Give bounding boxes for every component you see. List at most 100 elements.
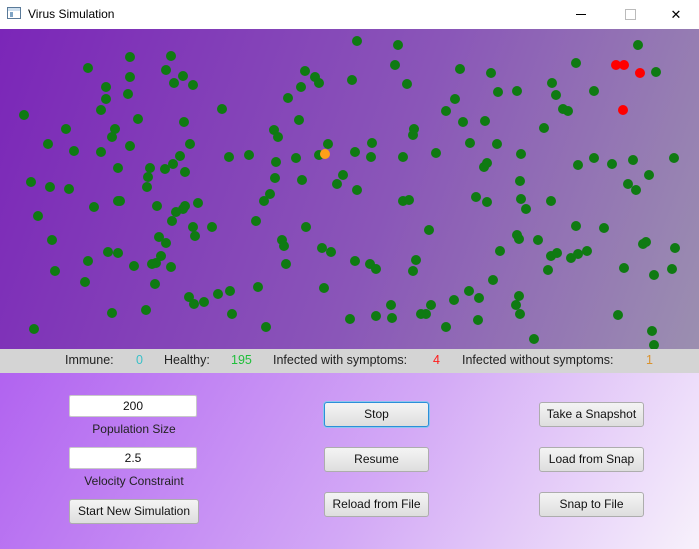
minimize-button[interactable]	[558, 0, 604, 29]
healthy-particle	[129, 261, 139, 271]
velocity-constraint-input[interactable]: 2.5	[69, 447, 197, 469]
healthy-particle	[101, 82, 111, 92]
title-bar: Virus Simulation ✕	[0, 0, 699, 29]
healthy-particle	[482, 197, 492, 207]
healthy-particle	[516, 149, 526, 159]
healthy-particle	[190, 231, 200, 241]
stop-button[interactable]: Stop	[324, 402, 429, 427]
healthy-particle	[366, 152, 376, 162]
symptomatic-particle	[635, 68, 645, 78]
healthy-particle	[350, 256, 360, 266]
healthy-particle	[291, 153, 301, 163]
load-from-snap-button[interactable]: Load from Snap	[539, 447, 644, 472]
healthy-particle	[649, 270, 659, 280]
healthy-particle	[101, 94, 111, 104]
healthy-particle	[89, 202, 99, 212]
healthy-particle	[547, 78, 557, 88]
healthy-particle	[166, 51, 176, 61]
population-size-label: Population Size	[92, 422, 176, 436]
healthy-particle	[649, 340, 659, 349]
healthy-particle	[332, 179, 342, 189]
healthy-particle	[633, 40, 643, 50]
velocity-constraint-label: Velocity Constraint	[84, 474, 184, 488]
healthy-particle	[371, 311, 381, 321]
healthy-particle	[69, 146, 79, 156]
healthy-particle	[123, 89, 133, 99]
healthy-particle	[641, 237, 651, 247]
healthy-particle	[29, 324, 39, 334]
healthy-particle	[647, 326, 657, 336]
healthy-particle	[573, 249, 583, 259]
healthy-particle	[607, 159, 617, 169]
asymptomatic-label: Infected without symptoms:	[462, 353, 614, 367]
healthy-particle	[326, 247, 336, 257]
healthy-particle	[19, 110, 29, 120]
healthy-particle	[166, 262, 176, 272]
healthy-particle	[511, 300, 521, 310]
healthy-particle	[514, 234, 524, 244]
healthy-particle	[651, 67, 661, 77]
healthy-particle	[297, 175, 307, 185]
healthy-particle	[189, 299, 199, 309]
reload-from-file-button[interactable]: Reload from File	[324, 492, 429, 517]
symptomatic-particle	[618, 105, 628, 115]
healthy-particle	[345, 314, 355, 324]
healthy-particle	[441, 322, 451, 332]
snap-to-file-button[interactable]: Snap to File	[539, 492, 644, 517]
population-size-input[interactable]: 200	[69, 395, 197, 417]
immune-count: 0	[136, 353, 143, 367]
healthy-particle	[96, 105, 106, 115]
healthy-particle	[224, 152, 234, 162]
healthy-particle	[486, 68, 496, 78]
healthy-particle	[169, 78, 179, 88]
healthy-particle	[495, 246, 505, 256]
healthy-particle	[161, 238, 171, 248]
healthy-particle	[450, 94, 460, 104]
healthy-particle	[582, 246, 592, 256]
healthy-particle	[143, 172, 153, 182]
healthy-particle	[667, 264, 677, 274]
healthy-particle	[408, 266, 418, 276]
healthy-particle	[171, 207, 181, 217]
healthy-particle	[449, 295, 459, 305]
app-window-icon	[7, 7, 21, 19]
healthy-particle	[631, 185, 641, 195]
healthy-particle	[80, 277, 90, 287]
healthy-particle	[426, 300, 436, 310]
healthy-label: Healthy:	[164, 353, 210, 367]
healthy-particle	[43, 139, 53, 149]
healthy-particle	[178, 71, 188, 81]
maximize-button[interactable]	[607, 0, 653, 29]
resume-button[interactable]: Resume	[324, 447, 429, 472]
healthy-particle	[515, 309, 525, 319]
healthy-particle	[623, 179, 633, 189]
healthy-particle	[628, 155, 638, 165]
healthy-particle	[404, 195, 414, 205]
healthy-particle	[458, 117, 468, 127]
symptomatic-label: Infected with symptoms:	[273, 353, 408, 367]
healthy-particle	[175, 151, 185, 161]
simulation-canvas	[0, 29, 699, 349]
immune-label: Immune:	[65, 353, 114, 367]
healthy-particle	[589, 153, 599, 163]
healthy-particle	[150, 279, 160, 289]
healthy-particle	[193, 198, 203, 208]
healthy-particle	[188, 222, 198, 232]
healthy-particle	[455, 64, 465, 74]
take-snapshot-button[interactable]: Take a Snapshot	[539, 402, 644, 427]
healthy-particle	[296, 82, 306, 92]
healthy-particle	[161, 65, 171, 75]
healthy-particle	[185, 139, 195, 149]
healthy-particle	[314, 78, 324, 88]
healthy-particle	[390, 60, 400, 70]
healthy-count: 195	[231, 353, 252, 367]
healthy-particle	[115, 196, 125, 206]
healthy-particle	[317, 243, 327, 253]
healthy-particle	[402, 79, 412, 89]
start-new-simulation-button[interactable]: Start New Simulation	[69, 499, 199, 524]
close-button[interactable]: ✕	[653, 0, 699, 29]
healthy-particle	[251, 216, 261, 226]
healthy-particle	[141, 305, 151, 315]
healthy-particle	[539, 123, 549, 133]
healthy-particle	[474, 293, 484, 303]
